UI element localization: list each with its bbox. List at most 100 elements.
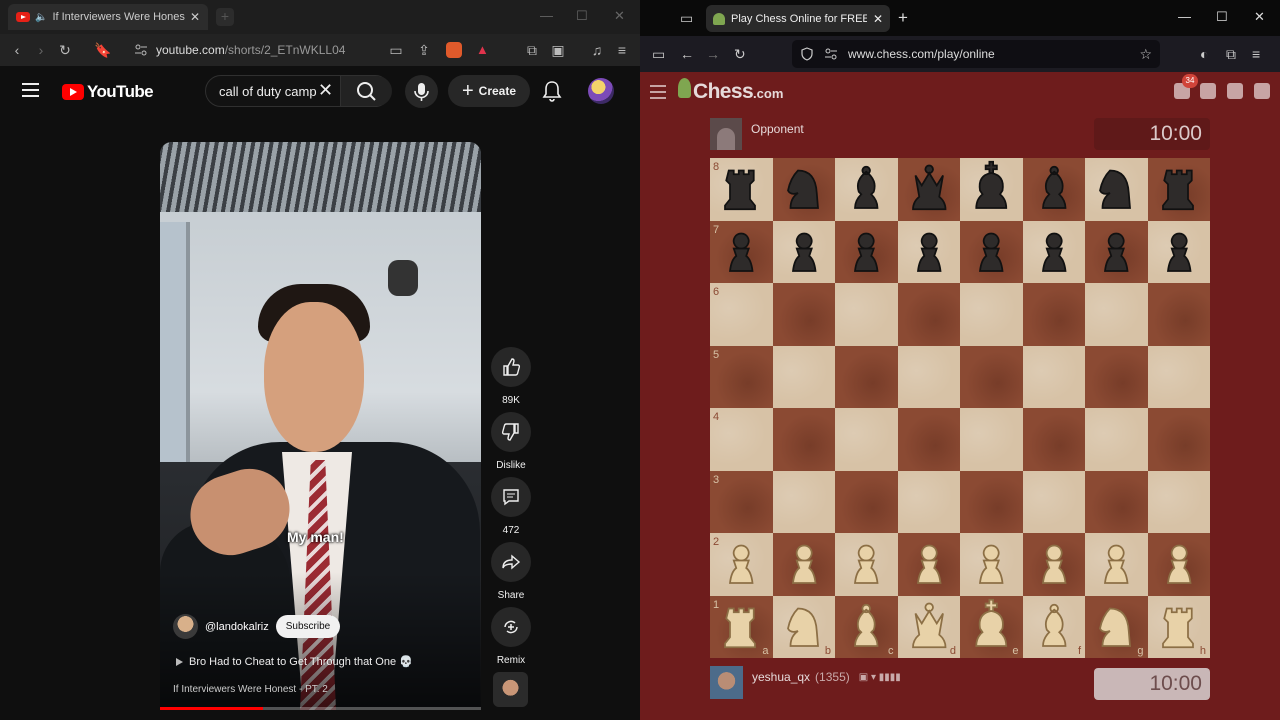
- square-f1[interactable]: f: [1022, 595, 1085, 658]
- square-b4[interactable]: [772, 408, 835, 471]
- friends-icon[interactable]: [1200, 83, 1216, 99]
- video-title[interactable]: Bro Had to Cheat to Get Through that One…: [176, 655, 413, 668]
- white-pawn-icon[interactable]: [835, 533, 898, 596]
- dislike-button[interactable]: [491, 412, 531, 452]
- black-pawn-icon[interactable]: [898, 221, 961, 284]
- extensions-icon[interactable]: ⧉: [1226, 46, 1236, 63]
- square-e8[interactable]: [960, 158, 1023, 221]
- search-input[interactable]: call of duty camp: [219, 84, 317, 99]
- square-f8[interactable]: [1022, 158, 1085, 221]
- black-knight-icon[interactable]: [773, 158, 836, 221]
- new-tab-icon[interactable]: +: [898, 8, 908, 28]
- square-g4[interactable]: [1085, 408, 1148, 471]
- square-d5[interactable]: [897, 345, 960, 408]
- square-d8[interactable]: [897, 158, 961, 221]
- black-pawn-icon[interactable]: [1023, 221, 1086, 284]
- white-pawn-icon[interactable]: [1023, 533, 1086, 596]
- minimize-icon[interactable]: —: [540, 8, 553, 23]
- remix-button[interactable]: [491, 607, 531, 647]
- square-c6[interactable]: [835, 283, 898, 346]
- media-icon[interactable]: ♫: [585, 42, 609, 58]
- sidebar-icon[interactable]: ▣: [546, 42, 570, 59]
- search-button[interactable]: [340, 76, 392, 106]
- like-button[interactable]: [491, 347, 531, 387]
- white-pawn-icon[interactable]: [960, 533, 1023, 596]
- square-d1[interactable]: d: [897, 595, 961, 659]
- maximize-icon[interactable]: ☐: [1216, 9, 1228, 25]
- square-a2[interactable]: 2: [710, 533, 773, 596]
- tab-youtube-short[interactable]: 🔈 If Interviewers Were Honest - ✕: [8, 4, 208, 30]
- white-pawn-icon[interactable]: [710, 533, 773, 596]
- subscribe-button[interactable]: Subscribe: [275, 615, 341, 638]
- square-c3[interactable]: [835, 470, 898, 533]
- square-h3[interactable]: [1147, 470, 1210, 533]
- white-rook-icon[interactable]: [710, 596, 773, 659]
- black-pawn-icon[interactable]: [1085, 221, 1148, 284]
- square-a1[interactable]: 1a: [710, 595, 773, 659]
- bookmark-icon[interactable]: 🔖: [91, 42, 115, 59]
- square-h6[interactable]: [1147, 283, 1210, 346]
- white-knight-icon[interactable]: [773, 596, 836, 659]
- close-tab-icon[interactable]: ✕: [190, 10, 200, 24]
- square-g3[interactable]: [1085, 470, 1148, 533]
- channel-name[interactable]: @landokalriz: [205, 621, 269, 633]
- black-rook-icon[interactable]: [1148, 158, 1211, 221]
- forward-icon[interactable]: →: [706, 46, 720, 62]
- square-h5[interactable]: [1147, 345, 1210, 408]
- square-c8[interactable]: [835, 158, 898, 221]
- tab-overview-icon[interactable]: ▭: [680, 10, 693, 27]
- black-pawn-icon[interactable]: [1148, 221, 1211, 284]
- close-tab-icon[interactable]: ✕: [873, 12, 883, 26]
- channel-avatar[interactable]: [173, 614, 198, 639]
- square-f3[interactable]: [1022, 470, 1085, 533]
- white-pawn-icon[interactable]: [773, 533, 836, 596]
- square-d2[interactable]: [897, 533, 961, 596]
- forward-icon[interactable]: ›: [29, 42, 53, 58]
- black-king-icon[interactable]: [960, 158, 1023, 221]
- white-pawn-icon[interactable]: [1148, 533, 1211, 596]
- black-bishop-icon[interactable]: [835, 158, 898, 221]
- white-pawn-icon[interactable]: [898, 533, 961, 596]
- sidebar-toggle-icon[interactable]: ▭: [652, 46, 665, 63]
- white-bishop-icon[interactable]: [835, 596, 898, 659]
- account-avatar[interactable]: [588, 78, 614, 104]
- square-a4[interactable]: 4: [710, 408, 773, 471]
- square-e6[interactable]: [960, 283, 1023, 346]
- white-queen-icon[interactable]: [898, 596, 961, 659]
- address-bar[interactable]: www.chess.com/play/online ☆: [792, 40, 1160, 68]
- square-a6[interactable]: 6: [710, 283, 773, 346]
- minimize-icon[interactable]: —: [1178, 9, 1191, 24]
- comments-button[interactable]: [491, 477, 531, 517]
- square-b1[interactable]: b: [772, 595, 836, 659]
- black-queen-icon[interactable]: [898, 158, 961, 221]
- back-icon[interactable]: ←: [680, 46, 694, 62]
- browser-menu-icon[interactable]: ≡: [610, 42, 634, 58]
- square-a7[interactable]: 7: [710, 220, 773, 283]
- square-f5[interactable]: [1022, 345, 1085, 408]
- share-page-icon[interactable]: ⇪: [412, 42, 436, 59]
- close-window-icon[interactable]: ✕: [614, 8, 625, 24]
- square-h8[interactable]: [1147, 158, 1211, 221]
- new-tab-button[interactable]: +: [216, 8, 234, 26]
- site-settings-icon[interactable]: [824, 47, 838, 61]
- square-e2[interactable]: [960, 533, 1023, 596]
- site-settings-icon[interactable]: [134, 43, 148, 57]
- black-pawn-icon[interactable]: [960, 221, 1023, 284]
- chess-logo[interactable]: Chess .com: [678, 78, 783, 104]
- square-e3[interactable]: [960, 470, 1023, 533]
- square-b8[interactable]: [772, 158, 836, 221]
- bookmark-star-icon[interactable]: ☆: [1139, 46, 1152, 63]
- player-name[interactable]: yeshua_qx: [752, 670, 810, 684]
- white-rook-icon[interactable]: [1148, 596, 1211, 659]
- square-a5[interactable]: 5: [710, 345, 773, 408]
- messages-icon[interactable]: [1227, 83, 1243, 99]
- browser-menu-icon[interactable]: ≡: [1252, 46, 1260, 62]
- white-knight-icon[interactable]: [1085, 596, 1148, 659]
- square-g2[interactable]: [1085, 533, 1148, 596]
- profile-icon[interactable]: ◐: [1200, 46, 1208, 62]
- square-d3[interactable]: [897, 470, 960, 533]
- square-b5[interactable]: [772, 345, 835, 408]
- square-g6[interactable]: [1085, 283, 1148, 346]
- square-c4[interactable]: [835, 408, 898, 471]
- back-icon[interactable]: ‹: [5, 42, 29, 58]
